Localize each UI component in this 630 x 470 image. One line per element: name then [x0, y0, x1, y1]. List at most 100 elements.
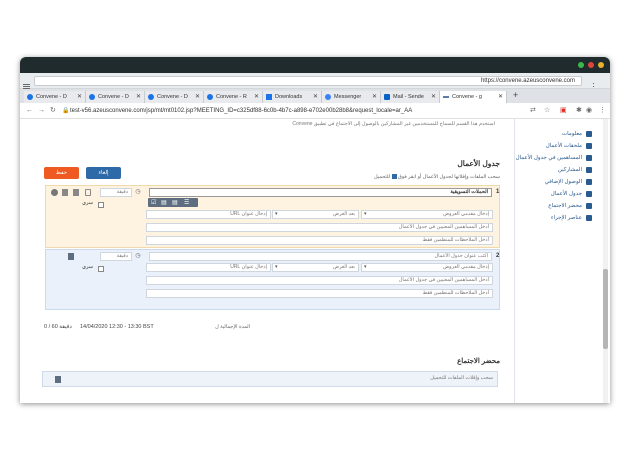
- new-tab-button[interactable]: +: [513, 90, 518, 100]
- sidebar-label: المشاركين: [557, 167, 582, 173]
- sidebar-item-action-items[interactable]: عناصر الإجراء: [551, 213, 592, 223]
- notes-input[interactable]: أدخل الملاحظات للمنظمين فقط: [146, 236, 493, 245]
- tab-label: Mail - Sende: [393, 94, 424, 100]
- url-text[interactable]: test-v56.azeusconvene.com/jsp/mt/mt0102.…: [70, 106, 540, 116]
- page-content: استخدم هذا القسم للسماح للمستخدمين غير ا…: [20, 119, 610, 403]
- puzzle-icon[interactable]: ✱: [576, 106, 582, 116]
- sidebar-item-attachments[interactable]: ملحقات الأعمال: [546, 141, 592, 151]
- title-bar: [20, 57, 610, 73]
- attachment-icon[interactable]: [62, 189, 68, 196]
- users-icon: [586, 166, 592, 173]
- agenda-hint-text: سحب الملفات وإفلاتها لجدول الأعمال أو ان…: [397, 174, 500, 180]
- maximize-window-button[interactable]: [578, 62, 584, 68]
- list-icon[interactable]: ☰: [184, 199, 189, 206]
- sidebar-item-additional-access[interactable]: الوصول الإضافي: [545, 177, 592, 187]
- tab-label: Downloads: [275, 94, 303, 100]
- sidebar-item-contributors[interactable]: المساهمين في جدول الأعمال: [516, 153, 592, 163]
- contributors-input[interactable]: أدخل المساهمين المعنيين في جدول الأعمال: [146, 276, 493, 285]
- total-duration-label: المدة الإجمالية ل: [215, 324, 250, 330]
- duration-input[interactable]: دقيقة: [100, 188, 132, 197]
- secret-label: سري: [82, 264, 93, 270]
- align-icon[interactable]: ▤: [172, 199, 178, 206]
- extension-icon[interactable]: ▣: [560, 106, 567, 116]
- close-tab-icon[interactable]: ✕: [254, 91, 259, 103]
- agenda-item-2[interactable]: 2 دقيقة ◷ اكتب عنوان جدول الأعمال سري إد…: [45, 249, 500, 310]
- url-input[interactable]: إدخال عنوان URL: [146, 263, 271, 272]
- url-input[interactable]: إدخال عنوان URL: [146, 210, 271, 219]
- url-bar: ← → ↻ 🔒 test-v56.azeusconvene.com/jsp/mt…: [20, 103, 610, 119]
- chevron-down-icon: ▾: [364, 264, 367, 270]
- scrollbar-thumb[interactable]: [603, 269, 608, 349]
- options-icon[interactable]: [590, 77, 597, 90]
- reload-icon[interactable]: ↻: [50, 106, 56, 116]
- duration-input[interactable]: دقيقة: [100, 252, 132, 261]
- info-icon: [586, 130, 592, 137]
- cancel-button[interactable]: إلغاء: [86, 167, 121, 179]
- close-tab-icon[interactable]: ✕: [372, 91, 377, 103]
- convene-icon: [207, 94, 213, 100]
- close-tab-icon[interactable]: ✕: [431, 91, 436, 103]
- agenda-hint: سحب الملفات وإفلاتها لجدول الأعمال أو ان…: [300, 174, 500, 180]
- notes-input[interactable]: أدخل الملاحظات للمنظمين فقط: [146, 289, 493, 298]
- contributors-input[interactable]: أدخل المساهمين المعنيين في جدول الأعمال: [146, 223, 493, 232]
- browser-tab-active[interactable]: Convene - g ✕: [440, 91, 507, 103]
- translate-icon[interactable]: ⇄: [530, 106, 536, 116]
- browser-tab[interactable]: Messenger ✕: [322, 91, 381, 103]
- secret-label: سري: [82, 200, 93, 206]
- browser-tab[interactable]: Convene - D ✕: [86, 91, 145, 103]
- chevron-down-icon: ▾: [275, 211, 278, 217]
- sidebar-item-info[interactable]: معلومات: [562, 129, 592, 139]
- copy-icon[interactable]: [73, 189, 79, 196]
- purpose-select[interactable]: بعد الغرض: [272, 210, 359, 219]
- browser-tab[interactable]: Convene - D ✕: [24, 91, 86, 103]
- agenda-item-title-input[interactable]: اكتب عنوان جدول الأعمال: [149, 252, 492, 261]
- upload-icon[interactable]: [55, 376, 61, 383]
- agenda-item-title-input[interactable]: الحملات التسويقية: [149, 188, 492, 197]
- sidebar-item-agenda[interactable]: جدول الأعمال: [551, 189, 592, 199]
- checkbox-icon[interactable]: ☑: [151, 199, 156, 206]
- upload-icon[interactable]: [391, 174, 397, 180]
- duration-count: 0 / 60 دقيقة: [44, 324, 72, 330]
- upload-link[interactable]: للتحميل: [374, 174, 390, 180]
- browser-tab[interactable]: Convene - D ✕: [145, 91, 204, 103]
- presenter-input[interactable]: إدخال مقدمي العروض: [361, 263, 493, 272]
- sidebar-item-participants[interactable]: المشاركين: [558, 165, 592, 175]
- close-tab-icon[interactable]: ✕: [498, 91, 503, 103]
- user-icon: [586, 142, 592, 149]
- account-icon[interactable]: ◉: [586, 106, 592, 116]
- unlock-icon[interactable]: [85, 189, 91, 196]
- browser-tab[interactable]: Downloads ✕: [263, 91, 322, 103]
- close-tab-icon[interactable]: ✕: [136, 91, 141, 103]
- star-icon[interactable]: ☆: [544, 106, 550, 116]
- presenter-input[interactable]: إدخال مقدمي العروض: [361, 210, 493, 219]
- close-window-button[interactable]: [588, 62, 594, 68]
- minimize-window-button[interactable]: [598, 62, 604, 68]
- close-tab-icon[interactable]: ✕: [77, 91, 82, 103]
- scrollbar-track[interactable]: [603, 119, 608, 403]
- close-tab-icon[interactable]: ✕: [313, 91, 318, 103]
- tab-label: Convene - D: [157, 94, 188, 100]
- messenger-icon: [325, 94, 331, 100]
- close-tab-icon[interactable]: ✕: [195, 91, 200, 103]
- editor-toolbar: ☑ ▤ ▤ ☰: [148, 198, 198, 207]
- paragraph-icon[interactable]: ▤: [161, 199, 167, 206]
- secret-checkbox[interactable]: [98, 202, 104, 208]
- delete-item-icon[interactable]: [51, 189, 58, 196]
- browser-tab[interactable]: Convene - R ✕: [204, 91, 263, 103]
- agenda-item-1[interactable]: 1 دقيقة ◷ الحملات التسويقية ☑ ▤ ▤ ☰ سري …: [45, 185, 500, 248]
- chevron-down-icon: ▾: [275, 264, 278, 270]
- attachment-icon[interactable]: [68, 253, 74, 260]
- save-button[interactable]: حفظ: [44, 167, 79, 179]
- back-icon[interactable]: ←: [26, 106, 33, 116]
- address-input[interactable]: https://convene.azeusconvene.com: [34, 76, 582, 86]
- kebab-icon[interactable]: ⋮: [599, 106, 606, 116]
- sidebar-item-minutes[interactable]: محضر الاجتماع: [548, 201, 592, 211]
- download-icon: [266, 94, 272, 100]
- secret-checkbox[interactable]: [98, 266, 104, 272]
- minutes-dropzone[interactable]: سحب وإفلات الملفات للتحميل: [42, 371, 498, 387]
- purpose-select[interactable]: بعد الغرض: [272, 263, 359, 272]
- menu-icon[interactable]: [23, 77, 30, 89]
- convene-icon: [443, 96, 449, 98]
- browser-tab[interactable]: Mail - Sende ✕: [381, 91, 440, 103]
- forward-icon[interactable]: →: [38, 106, 45, 116]
